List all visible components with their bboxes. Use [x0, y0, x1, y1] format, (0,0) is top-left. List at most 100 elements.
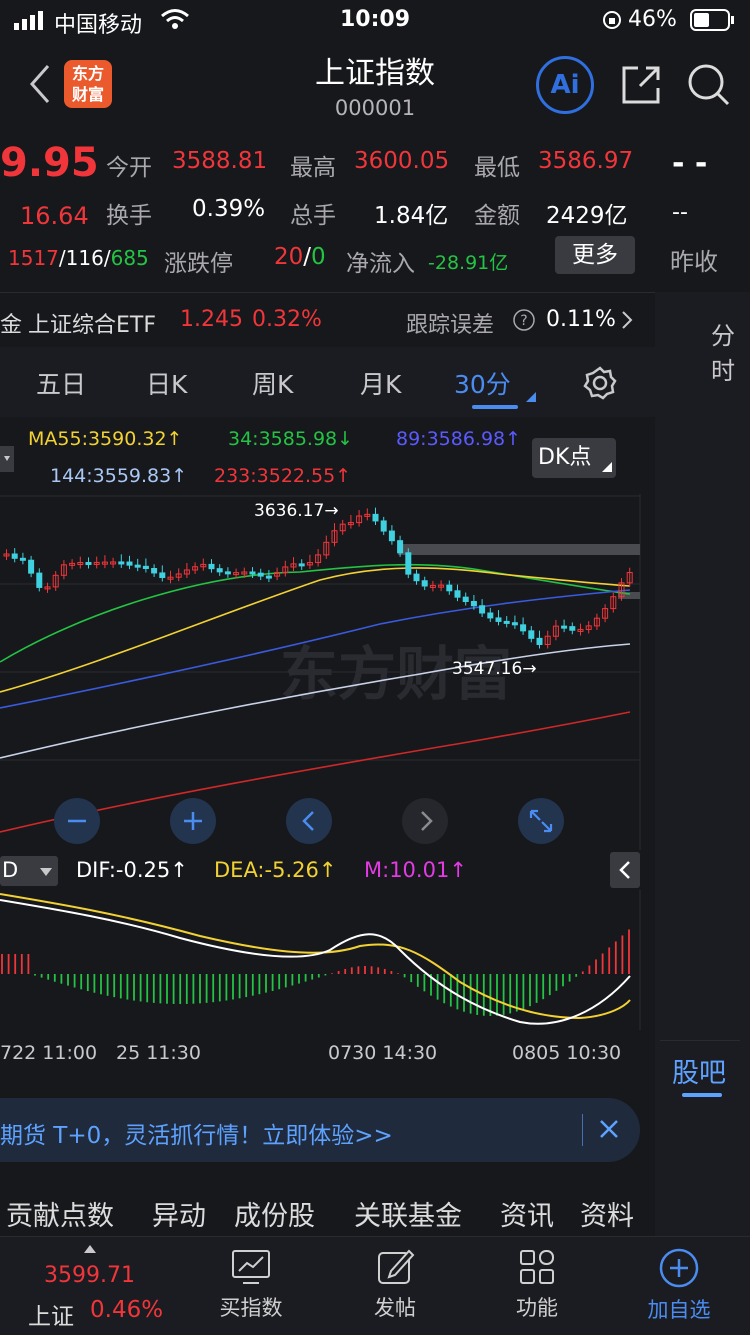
ma233: 233:3522.55↑ [214, 465, 352, 487]
add-watchlist-button[interactable]: 加自选 [624, 1237, 734, 1335]
inflow-value: -28.91亿 [428, 252, 509, 274]
dif-line [0, 899, 631, 1025]
limit-values: 20/0 [274, 244, 326, 270]
pressure-band [398, 544, 640, 555]
amount-label: 金额 [474, 203, 520, 229]
candle-body [446, 584, 453, 592]
zoom-in-button[interactable] [170, 798, 216, 844]
guba-underline [682, 1093, 722, 1097]
dk-point-button[interactable]: DK点 [532, 438, 616, 478]
dif-value: DIF:-0.25↑ [76, 858, 188, 882]
intraday-tab[interactable]: 分时 [711, 316, 750, 386]
guba-tab[interactable]: 股吧 [660, 1040, 740, 1101]
ma34: 34:3585.98↓ [228, 428, 354, 450]
prev-close-dash: - - [672, 146, 708, 181]
help-icon[interactable]: ? [512, 308, 536, 338]
low-label: 最低 [474, 155, 520, 181]
time-label-3: 0730 14:30 [328, 1042, 438, 1064]
ma55: MA55:3590.32↑ [28, 428, 183, 450]
advance-count: 1517 [8, 246, 59, 270]
post-label: 发帖 [374, 1296, 416, 1320]
tab-constituents[interactable]: 成份股 [234, 1194, 315, 1233]
signal-icon [14, 10, 48, 36]
caret-up-icon [84, 1245, 96, 1253]
tracking-error-value: 0.11% [546, 307, 616, 332]
amount-value: 2429亿 [546, 203, 628, 229]
dea-line [0, 893, 631, 1020]
macd-header: D DIF:-0.25↑ DEA:-5.26↑ M:10.01↑ [0, 850, 655, 890]
candle-body [298, 563, 305, 567]
decline-count: 685 [110, 246, 149, 270]
etf-prefix: 金 [0, 313, 23, 338]
candle-body [520, 624, 527, 632]
ai-label: Ai [550, 70, 580, 100]
etf-price: 1.245 [180, 307, 243, 332]
limit-down: 0 [311, 244, 326, 270]
high-value: 3600.05 [354, 148, 450, 174]
close-icon[interactable] [598, 1118, 620, 1146]
candle-body [208, 563, 215, 570]
candle-body [454, 590, 461, 598]
right-panel: 分时 股吧 [655, 292, 750, 1236]
tab-profile[interactable]: 资料 [580, 1194, 634, 1233]
post-button[interactable]: 发帖 [340, 1237, 450, 1335]
section-tabs: 贡献点数 异动 成份股 关联基金 资讯 资料 [0, 1186, 655, 1238]
candle-body [503, 620, 510, 624]
open-label: 今开 [106, 155, 152, 181]
time-axis: 722 11:00 25 11:30 0730 14:30 0805 10:30 [0, 1032, 655, 1072]
tab-30min[interactable]: 30分 [454, 365, 511, 401]
tab-monthly-k[interactable]: 月K [360, 365, 401, 401]
settings-gear-icon[interactable] [582, 365, 618, 405]
buy-index-button[interactable]: 买指数 [196, 1237, 306, 1335]
tab-five-day[interactable]: 五日 [36, 365, 86, 401]
macd-chart [0, 890, 655, 1030]
wifi-icon [160, 8, 190, 36]
flat-count: 116 [65, 246, 104, 270]
etf-name: 上证综合ETF [28, 313, 156, 338]
tab-underline [472, 405, 518, 409]
change: 16.64 [20, 202, 89, 230]
low-annotation: 3547.16→ [452, 659, 537, 679]
candle-body [134, 564, 141, 568]
candle-body [118, 561, 125, 565]
index-ticker[interactable]: 3599.71 上证 0.46% [0, 1237, 180, 1335]
search-icon[interactable] [686, 62, 732, 112]
fullscreen-button[interactable] [518, 798, 564, 844]
bottom-toolbar: 3599.71 上证 0.46% 买指数 发帖 功能 加自选 [0, 1236, 750, 1335]
share-icon[interactable] [620, 62, 662, 110]
collapse-panel-button[interactable] [610, 852, 640, 888]
candle-body [462, 596, 469, 603]
tab-news[interactable]: 资讯 [500, 1194, 554, 1233]
scroll-left-button[interactable] [286, 798, 332, 844]
more-button[interactable]: 更多 [555, 236, 635, 274]
tab-weekly-k[interactable]: 周K [252, 365, 293, 401]
functions-label: 功能 [516, 1296, 558, 1320]
apps-grid-icon [520, 1250, 554, 1284]
tab-movement[interactable]: 异动 [152, 1194, 206, 1233]
tab-contribution[interactable]: 贡献点数 [6, 1194, 114, 1233]
status-bar: 中国移动 10:09 46% [0, 0, 750, 40]
ma144: 144:3559.83↑ [50, 465, 188, 487]
compose-icon [378, 1249, 415, 1284]
prev-close-dash-2: -- [672, 200, 688, 225]
indicator-select[interactable]: D [0, 856, 58, 886]
ma-collapse-handle[interactable] [0, 446, 14, 472]
candle-body [159, 572, 166, 579]
candle-body [536, 637, 543, 645]
kline-chart[interactable]: 东方财富 3636.17→ 3547.16→ [0, 494, 655, 850]
tab-daily-k[interactable]: 日K [146, 365, 187, 401]
functions-button[interactable]: 功能 [482, 1237, 592, 1335]
open-value: 3588.81 [172, 148, 268, 174]
low-value: 3586.97 [538, 148, 634, 174]
candle-body [388, 530, 395, 542]
tab-related-funds[interactable]: 关联基金 [354, 1194, 462, 1233]
candle-body [11, 553, 18, 559]
promo-banner[interactable]: 期货 T+0，灵活抓行情！立即体验>> [0, 1098, 640, 1162]
candle-body [36, 572, 43, 588]
candle-body [561, 625, 568, 629]
etf-row[interactable]: 金 上证综合ETF 1.245 0.32% 跟踪误差 ? 0.11% [0, 292, 655, 348]
scroll-right-button[interactable] [402, 798, 448, 844]
candle-body [405, 552, 412, 575]
ai-button[interactable]: Ai [536, 56, 594, 114]
zoom-out-button[interactable] [54, 798, 100, 844]
